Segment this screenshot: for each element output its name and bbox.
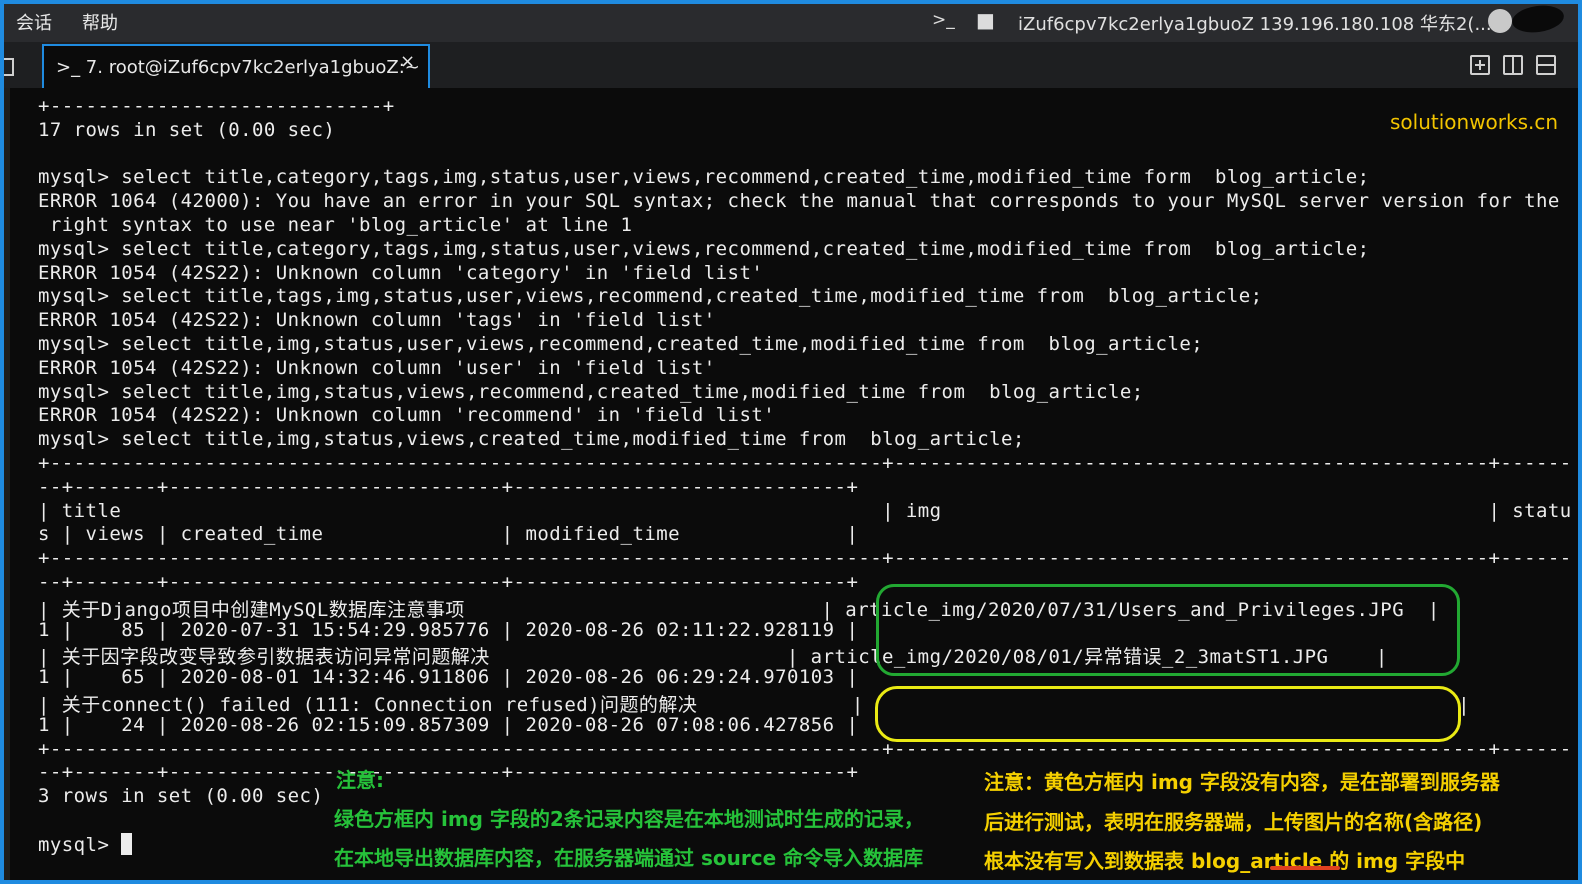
tab-session-7[interactable]: >_ 7. root@iZuf6cpv7kc2erlya1gbuoZ:~ × <box>42 44 430 88</box>
terminal-line: mysql> select title,img,status,views,cre… <box>38 428 1025 451</box>
terminal-line: 17 rows in set (0.00 sec) <box>38 118 336 141</box>
terminal-line: --+-------+----------------------------+… <box>38 571 859 593</box>
red-underline-mark <box>1270 866 1340 870</box>
avatar[interactable] <box>1488 9 1512 33</box>
terminal-line: mysql> select title,img,status,user,view… <box>38 333 1204 355</box>
connection-info: iZuf6cpv7kc2erlya1gbuoZ 139.196.180.108 … <box>1018 14 1492 35</box>
terminal-line: | title | img | statu <box>38 499 1572 522</box>
terminal-line: ERROR 1054 (42S22): Unknown column 'tags… <box>38 309 716 332</box>
split-vertical-icon[interactable] <box>1503 55 1523 75</box>
left-gutter <box>4 88 10 880</box>
terminal-line: 1 | 65 | 2020-08-01 14:32:46.911806 | 20… <box>38 666 859 689</box>
terminal-line: s | views | created_time | modified_time… <box>38 523 859 546</box>
terminal-line: mysql> select title,category,tags,img,st… <box>38 166 1370 189</box>
terminal-cursor <box>121 832 133 855</box>
split-horizontal-icon[interactable] <box>1536 55 1556 75</box>
title-bar: 会话 帮助 >_ ■ iZuf6cpv7kc2erlya1gbuoZ 139.1… <box>0 0 1582 42</box>
terminal-line: --+-------+----------------------------+… <box>38 475 859 498</box>
redaction-mark <box>1510 2 1566 36</box>
terminal-line: right syntax to use near 'blog_article' … <box>38 214 633 236</box>
terminal-line: mysql> select title,img,status,views,rec… <box>38 380 1144 403</box>
watermark: solutionworks.cn <box>1390 110 1559 134</box>
terminal-output[interactable]: +----------------------------+ 17 rows in… <box>38 95 1578 881</box>
sidebar-toggle-icon[interactable] <box>2 58 14 76</box>
terminal-line: +---------------------------------------… <box>38 452 1572 474</box>
menu-session[interactable]: 会话 <box>16 9 52 35</box>
tab-label: >_ 7. root@iZuf6cpv7kc2erlya1gbuoZ:~ <box>56 57 420 78</box>
new-tab-icon[interactable] <box>1470 55 1490 75</box>
yellow-note-line-3: 根本没有写入到数据表 blog_article 的 img 字段中 <box>984 849 1466 873</box>
yellow-highlight-box <box>875 686 1461 742</box>
terminal-line: ERROR 1054 (42S22): Unknown column 'user… <box>38 356 716 379</box>
green-note-line-1: 绿色方框内 img 字段的2条记录内容是在本地测试时生成的记录， <box>334 807 924 831</box>
yellow-note-line-2: 后进行测试，表明在服务器端，上传图片的名称(含路径) <box>984 810 1483 834</box>
terminal-line: ERROR 1054 (42S22): Unknown column 'reco… <box>38 404 776 427</box>
yellow-note-line-1: 注意：黄色方框内 img 字段没有内容，是在部署到服务器 <box>984 770 1500 794</box>
terminal-line: 1 | 24 | 2020-08-26 02:15:09.857309 | 20… <box>38 713 859 736</box>
terminal-line: 3 rows in set (0.00 sec) <box>38 785 324 808</box>
terminal-line: mysql> <box>38 832 133 856</box>
terminal-icon[interactable]: >_ <box>932 10 955 30</box>
folder-icon[interactable]: ■ <box>976 8 995 32</box>
terminal-line: mysql> select title,tags,img,status,user… <box>38 285 1263 308</box>
green-note-line-2: 在本地导出数据库内容，在服务器端通过 source 命令导入数据库 <box>334 846 924 870</box>
green-note-title: 注意: <box>336 768 384 792</box>
terminal-line: +---------------------------------------… <box>38 547 1572 570</box>
terminal-line: ERROR 1064 (42000): You have an error in… <box>38 190 1560 213</box>
terminal-line: --+-------+----------------------------+… <box>38 761 859 784</box>
close-icon[interactable]: × <box>400 51 415 72</box>
green-highlight-box <box>876 584 1460 676</box>
terminal-line: ERROR 1054 (42S22): Unknown column 'cate… <box>38 261 764 284</box>
terminal-line: +----------------------------+ <box>38 95 395 117</box>
terminal-line: mysql> select title,category,tags,img,st… <box>38 237 1370 260</box>
menu-help[interactable]: 帮助 <box>82 9 118 35</box>
terminal-line: 1 | 85 | 2020-07-31 15:54:29.985776 | 20… <box>38 618 859 641</box>
